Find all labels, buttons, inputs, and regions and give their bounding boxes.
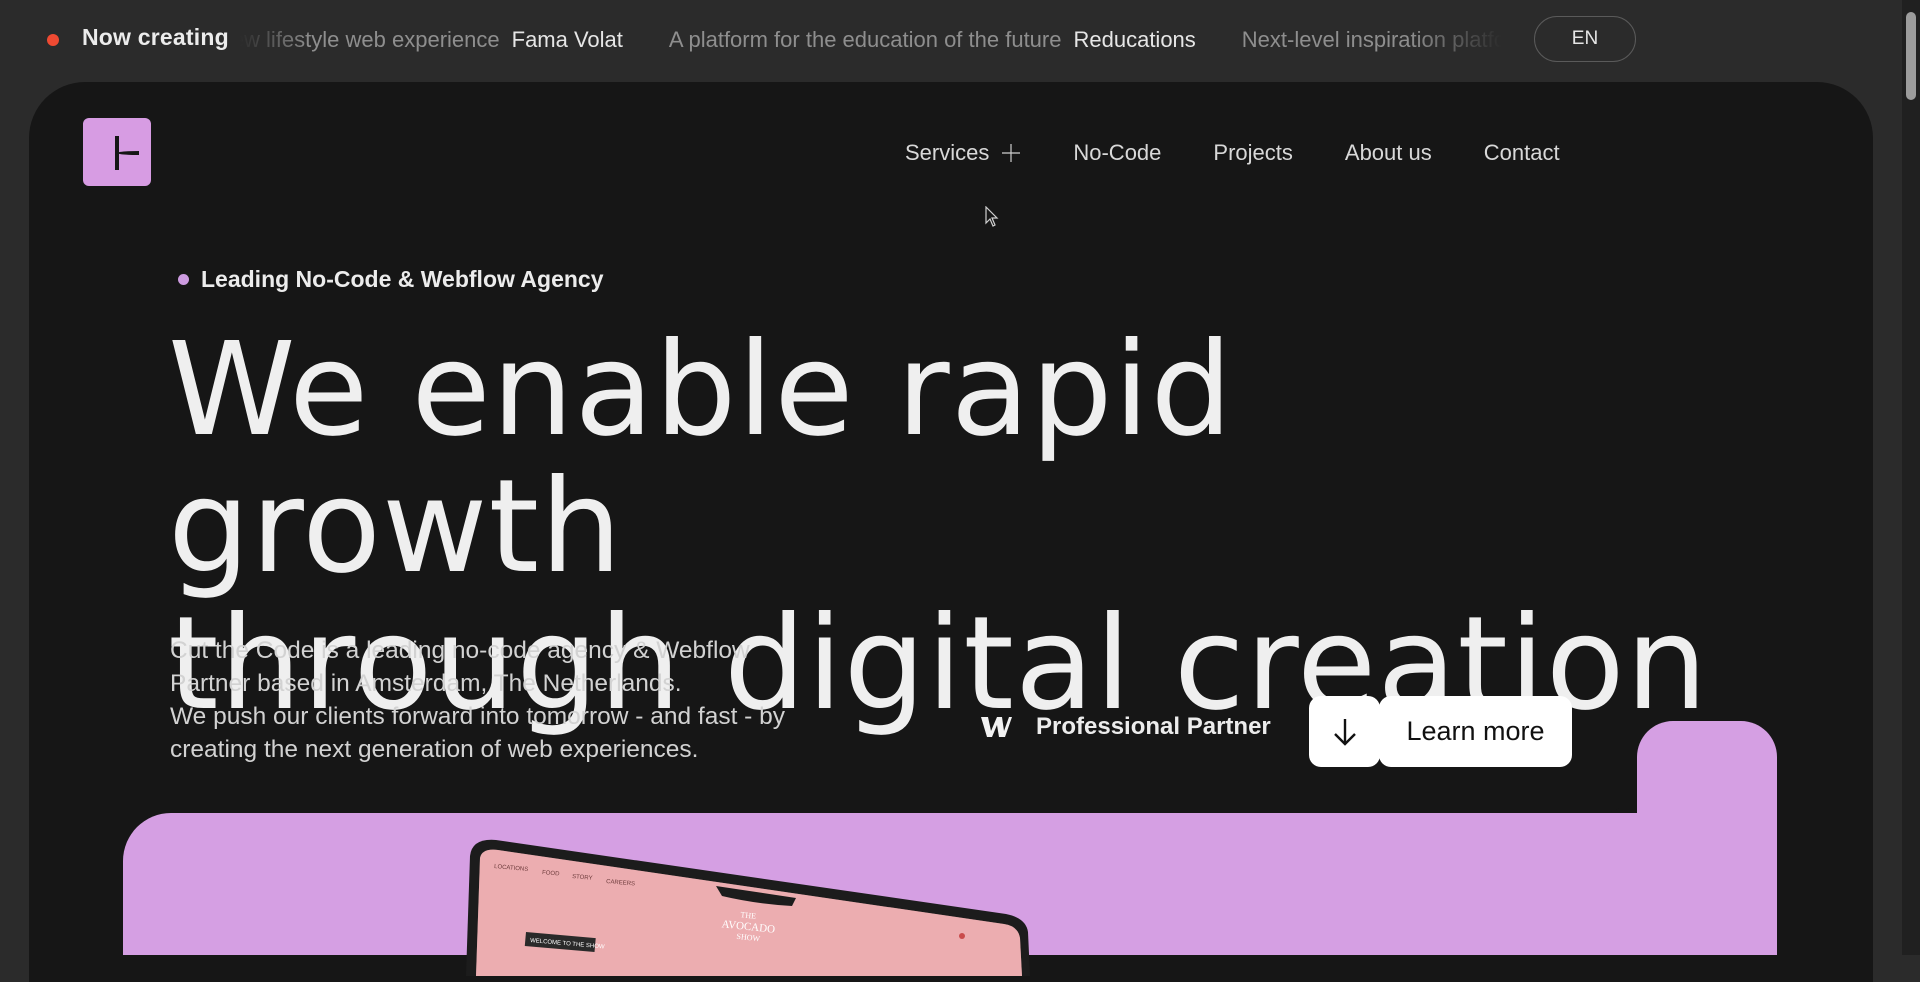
nav-item-projects[interactable]: Projects (1213, 140, 1292, 166)
nav-item-no-code[interactable]: No-Code (1073, 140, 1161, 166)
arrow-down-icon (1333, 718, 1356, 746)
eyebrow-text: Leading No-Code & Webflow Agency (201, 266, 604, 292)
language-button[interactable]: EN (1534, 16, 1636, 62)
live-dot-icon (47, 34, 59, 46)
hero-eyebrow: Leading No-Code & Webflow Agency (178, 266, 604, 293)
mouse-cursor-icon (985, 206, 999, 227)
learn-more-button[interactable]: Learn more (1379, 696, 1572, 767)
scrollbar-thumb[interactable] (1906, 12, 1916, 100)
nav-item-label: Services (905, 140, 990, 165)
ticker-item-name[interactable]: Fama Volat (512, 27, 623, 52)
main-navigation: Services No-Code Projects About us Conta… (905, 136, 1560, 170)
hero-description-paragraph: Cut the Code is a leading no-code agency… (170, 637, 750, 697)
laptop-mockup[interactable]: LOCATIONS FOOD STORY CAREERS THE AVOCADO… (466, 836, 1030, 976)
ticker-label: Now creating (82, 24, 229, 50)
nav-item-services[interactable]: Services (905, 140, 1021, 166)
ticker-item-description: A platform for the education of the futu… (668, 27, 1062, 52)
plus-icon[interactable] (1001, 143, 1021, 163)
nav-item-contact[interactable]: Contact (1484, 140, 1560, 166)
partner-label: Professional Partner (1036, 713, 1271, 740)
hero-description: Cut the Code is a leading no-code agency… (170, 634, 810, 766)
showcase-brand: THE (740, 910, 757, 921)
hero-title-line-1: We enable rapid growth (168, 315, 1234, 602)
scroll-down-button[interactable] (1309, 696, 1380, 767)
brand-logo[interactable] (83, 118, 151, 186)
webflow-w-icon (981, 717, 1012, 737)
showcase-globe-icon (959, 933, 965, 939)
hero-description-paragraph: We push our clients forward into tomorro… (170, 703, 786, 763)
ticker-item-name[interactable]: Reducations (1073, 27, 1195, 52)
page-scrollbar[interactable] (1902, 0, 1920, 955)
bullet-dot-icon (178, 274, 189, 285)
webflow-partner-badge[interactable]: Professional Partner (980, 713, 1271, 741)
nav-item-about[interactable]: About us (1345, 140, 1432, 166)
ticker-item-description: A new lifestyle web experience (240, 27, 500, 52)
ticker-item-description: Next-level inspiration platform (1241, 27, 1502, 52)
now-creating-ticker: Now creating A new lifestyle web experie… (0, 0, 1900, 80)
ticker-track: A new lifestyle web experience Fama Volat… (240, 0, 1502, 80)
